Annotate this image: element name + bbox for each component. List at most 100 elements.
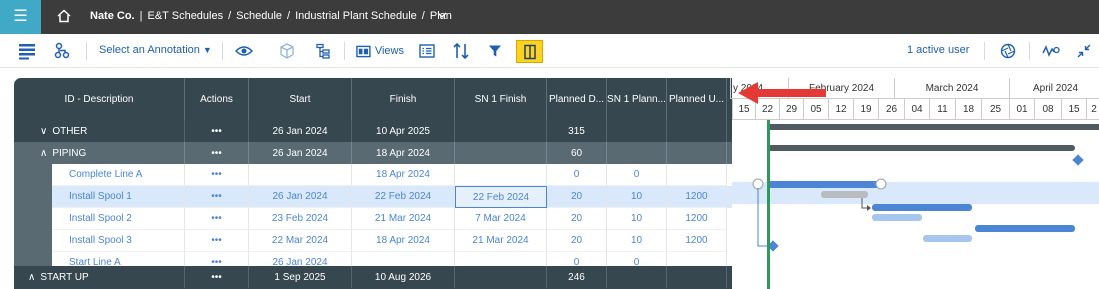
finish-cell[interactable]: 18 Apr 2024 bbox=[352, 164, 455, 186]
task-row[interactable]: Complete Line A ••• 18 Apr 2024 0 0 bbox=[14, 164, 732, 186]
planned-units-cell[interactable]: 1200 bbox=[667, 208, 727, 230]
task-description[interactable]: Install Spool 1 bbox=[52, 186, 185, 208]
task-description[interactable]: Install Spool 3 bbox=[52, 230, 185, 252]
planned-units-cell[interactable] bbox=[667, 142, 727, 164]
sn1-planned-cell[interactable]: 10 bbox=[607, 208, 667, 230]
row-actions-button[interactable]: ••• bbox=[185, 230, 249, 252]
breadcrumb-item[interactable]: E&T Schedules bbox=[147, 10, 223, 22]
column-header-actions[interactable]: Actions bbox=[185, 78, 249, 120]
3d-view-button[interactable] bbox=[277, 41, 297, 61]
bar-end-handle[interactable] bbox=[875, 178, 887, 190]
group-row[interactable]: ∨ OTHER ••• 26 Jan 2024 10 Apr 2025 315 bbox=[14, 120, 732, 142]
collapse-toggle-icon[interactable]: ∨ bbox=[40, 126, 47, 137]
summary-bar-piping[interactable] bbox=[768, 145, 1075, 151]
hamburger-menu-button[interactable]: ☰ bbox=[0, 0, 41, 34]
collapse-toggle-icon[interactable]: ∧ bbox=[40, 148, 47, 159]
collapse-button[interactable] bbox=[1074, 41, 1094, 61]
finish-cell[interactable]: 21 Mar 2024 bbox=[352, 208, 455, 230]
column-header-sn1-finish[interactable]: SN 1 Finish bbox=[455, 78, 547, 120]
task-bar-install-spool-2[interactable] bbox=[872, 204, 972, 211]
sn1-finish-cell[interactable] bbox=[455, 266, 547, 288]
split-view-toggle-button[interactable] bbox=[516, 40, 543, 63]
hierarchy-button[interactable] bbox=[52, 41, 72, 61]
layout-toggle-button[interactable] bbox=[16, 41, 38, 61]
column-header-description[interactable]: ID - Description bbox=[14, 78, 185, 120]
sn1-finish-cell[interactable]: 7 Mar 2024 bbox=[455, 208, 547, 230]
column-header-sn1-planned[interactable]: SN 1 Plann... bbox=[607, 78, 667, 120]
sn1-planned-cell[interactable] bbox=[607, 142, 667, 164]
column-header-planned-units[interactable]: Planned U... bbox=[667, 78, 727, 120]
finish-cell[interactable]: 18 Apr 2024 bbox=[352, 230, 455, 252]
sn1-finish-cell[interactable] bbox=[455, 142, 547, 164]
sn1-finish-cell[interactable]: 21 Mar 2024 bbox=[455, 230, 547, 252]
group-row[interactable]: ∧ START UP ••• 1 Sep 2025 10 Aug 2026 246 bbox=[14, 266, 732, 289]
column-header-finish[interactable]: Finish bbox=[352, 78, 455, 120]
column-header-start[interactable]: Start bbox=[249, 78, 352, 120]
planned-duration-cell[interactable]: 20 bbox=[547, 230, 607, 252]
sn1-planned-cell[interactable]: 10 bbox=[607, 186, 667, 208]
sn1-planned-cell[interactable] bbox=[607, 266, 667, 288]
sn1-finish-cell[interactable] bbox=[455, 164, 547, 186]
collapse-toggle-icon[interactable]: ∧ bbox=[28, 272, 35, 283]
planned-duration-cell[interactable]: 0 bbox=[547, 164, 607, 186]
visibility-button[interactable] bbox=[234, 41, 254, 61]
planned-duration-cell[interactable]: 20 bbox=[547, 208, 607, 230]
column-header-planned-duration[interactable]: Planned D... bbox=[547, 78, 607, 120]
task-description[interactable]: Install Spool 2 bbox=[52, 208, 185, 230]
planned-units-cell[interactable]: 1200 bbox=[667, 230, 727, 252]
views-button[interactable]: Views bbox=[356, 41, 404, 61]
planned-duration-cell[interactable]: 60 bbox=[547, 142, 607, 164]
row-actions-button[interactable]: ••• bbox=[185, 120, 249, 142]
finish-cell[interactable]: 10 Aug 2026 bbox=[352, 266, 455, 288]
row-actions-button[interactable]: ••• bbox=[185, 208, 249, 230]
task-row-selected[interactable]: Install Spool 1 ••• 26 Jan 2024 22 Feb 2… bbox=[14, 186, 732, 208]
sn1-finish-cell[interactable] bbox=[455, 120, 547, 142]
finish-cell[interactable]: 18 Apr 2024 bbox=[352, 142, 455, 164]
breadcrumb-item[interactable]: Schedule bbox=[236, 10, 282, 22]
home-icon[interactable] bbox=[56, 8, 72, 24]
finish-cell[interactable]: 22 Feb 2024 bbox=[352, 186, 455, 208]
planned-units-cell[interactable]: 1200 bbox=[667, 186, 727, 208]
wbs-button[interactable] bbox=[313, 41, 333, 61]
planned-units-cell[interactable] bbox=[667, 266, 727, 288]
sn1-planned-cell[interactable] bbox=[607, 120, 667, 142]
chevron-down-icon[interactable] bbox=[437, 10, 447, 20]
details-button[interactable] bbox=[417, 41, 437, 61]
sn1-finish-cell-focused[interactable]: 22 Feb 2024 bbox=[455, 186, 547, 208]
start-cell[interactable]: 26 Jan 2024 bbox=[249, 120, 352, 142]
start-cell[interactable]: 1 Sep 2025 bbox=[249, 266, 352, 288]
planned-units-cell[interactable] bbox=[667, 120, 727, 142]
breadcrumb-item[interactable]: Industrial Plant Schedule bbox=[295, 10, 417, 22]
row-actions-button[interactable]: ••• bbox=[185, 266, 249, 288]
start-cell[interactable] bbox=[249, 164, 352, 186]
row-actions-button[interactable]: ••• bbox=[185, 186, 249, 208]
sort-button[interactable] bbox=[451, 41, 471, 61]
sn1-planned-cell[interactable]: 0 bbox=[607, 164, 667, 186]
task-bar-install-spool-1[interactable] bbox=[768, 181, 881, 188]
share-button[interactable] bbox=[998, 41, 1018, 61]
planned-duration-cell[interactable]: 246 bbox=[547, 266, 607, 288]
active-users-link[interactable]: 1 active user bbox=[907, 44, 969, 56]
summary-bar-other[interactable] bbox=[768, 124, 1099, 130]
breadcrumb-company[interactable]: Nate Co. bbox=[90, 10, 135, 22]
planned-units-cell[interactable] bbox=[667, 164, 727, 186]
start-cell[interactable]: 22 Mar 2024 bbox=[249, 230, 352, 252]
bar-start-handle[interactable] bbox=[752, 178, 764, 190]
start-cell[interactable]: 26 Jan 2024 bbox=[249, 142, 352, 164]
task-description[interactable]: Complete Line A bbox=[52, 164, 185, 186]
task-row[interactable]: Install Spool 3 ••• 22 Mar 2024 18 Apr 2… bbox=[14, 230, 732, 252]
group-row[interactable]: ∧ PIPING ••• 26 Jan 2024 18 Apr 2024 60 bbox=[14, 142, 732, 164]
row-actions-button[interactable]: ••• bbox=[185, 164, 249, 186]
sn1-planned-cell[interactable]: 10 bbox=[607, 230, 667, 252]
start-cell[interactable]: 23 Feb 2024 bbox=[249, 208, 352, 230]
planned-duration-cell[interactable]: 315 bbox=[547, 120, 607, 142]
analytics-button[interactable] bbox=[1040, 41, 1062, 61]
milestone-complete-line-a[interactable] bbox=[1072, 154, 1084, 166]
annotation-dropdown[interactable]: Select an Annotation ▼ bbox=[99, 44, 212, 56]
row-actions-button[interactable]: ••• bbox=[185, 142, 249, 164]
filter-button[interactable] bbox=[485, 41, 505, 61]
start-cell[interactable]: 26 Jan 2024 bbox=[249, 186, 352, 208]
planned-duration-cell[interactable]: 20 bbox=[547, 186, 607, 208]
task-row[interactable]: Install Spool 2 ••• 23 Feb 2024 21 Mar 2… bbox=[14, 208, 732, 230]
task-bar-install-spool-3[interactable] bbox=[975, 225, 1075, 232]
